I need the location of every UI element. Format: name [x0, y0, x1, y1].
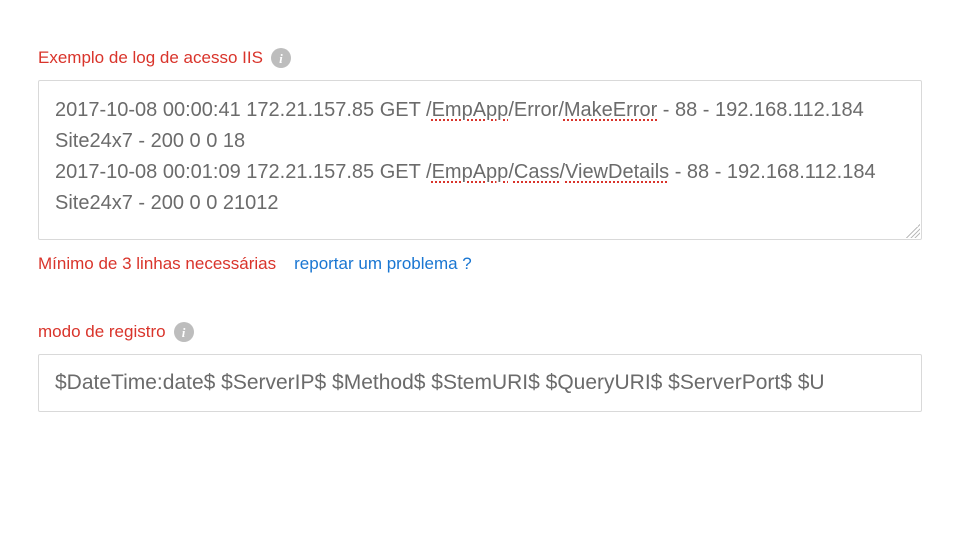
- info-icon[interactable]: i: [174, 322, 194, 342]
- log-example-textarea[interactable]: 2017-10-08 00:00:41 172.21.157.85 GET /E…: [38, 80, 922, 240]
- resize-handle-icon[interactable]: [906, 224, 920, 238]
- log-text-misspell: EmpApp: [432, 161, 509, 183]
- iis-log-example-section: Exemplo de log de acesso IIS i 2017-10-0…: [38, 48, 922, 274]
- log-pattern-section: modo de registro i $DateTime:date$ $Serv…: [38, 322, 922, 412]
- log-text: 2017-10-08 00:01:09 172.21.157.85 GET /: [55, 161, 432, 183]
- log-text: /Error/: [508, 99, 564, 121]
- validation-error: Mínimo de 3 linhas necessárias: [38, 254, 276, 274]
- info-icon[interactable]: i: [271, 48, 291, 68]
- log-text: 2017-10-08 00:00:41 172.21.157.85 GET /: [55, 99, 432, 121]
- section-label: modo de registro: [38, 322, 166, 342]
- log-text-misspell: MakeError: [564, 99, 657, 121]
- log-text-misspell: Cass: [514, 161, 560, 183]
- log-text-misspell: ViewDetails: [565, 161, 669, 183]
- hint-row: Mínimo de 3 linhas necessárias reportar …: [38, 254, 922, 274]
- section-label: Exemplo de log de acesso IIS: [38, 48, 263, 68]
- label-row: modo de registro i: [38, 322, 922, 342]
- log-content: 2017-10-08 00:00:41 172.21.157.85 GET /E…: [55, 95, 905, 219]
- label-row: Exemplo de log de acesso IIS i: [38, 48, 922, 68]
- report-problem-link[interactable]: reportar um problema ?: [294, 254, 472, 274]
- log-pattern-input[interactable]: $DateTime:date$ $ServerIP$ $Method$ $Ste…: [38, 354, 922, 412]
- log-text-misspell: EmpApp: [432, 99, 509, 121]
- log-textarea-wrap: 2017-10-08 00:00:41 172.21.157.85 GET /E…: [38, 80, 922, 240]
